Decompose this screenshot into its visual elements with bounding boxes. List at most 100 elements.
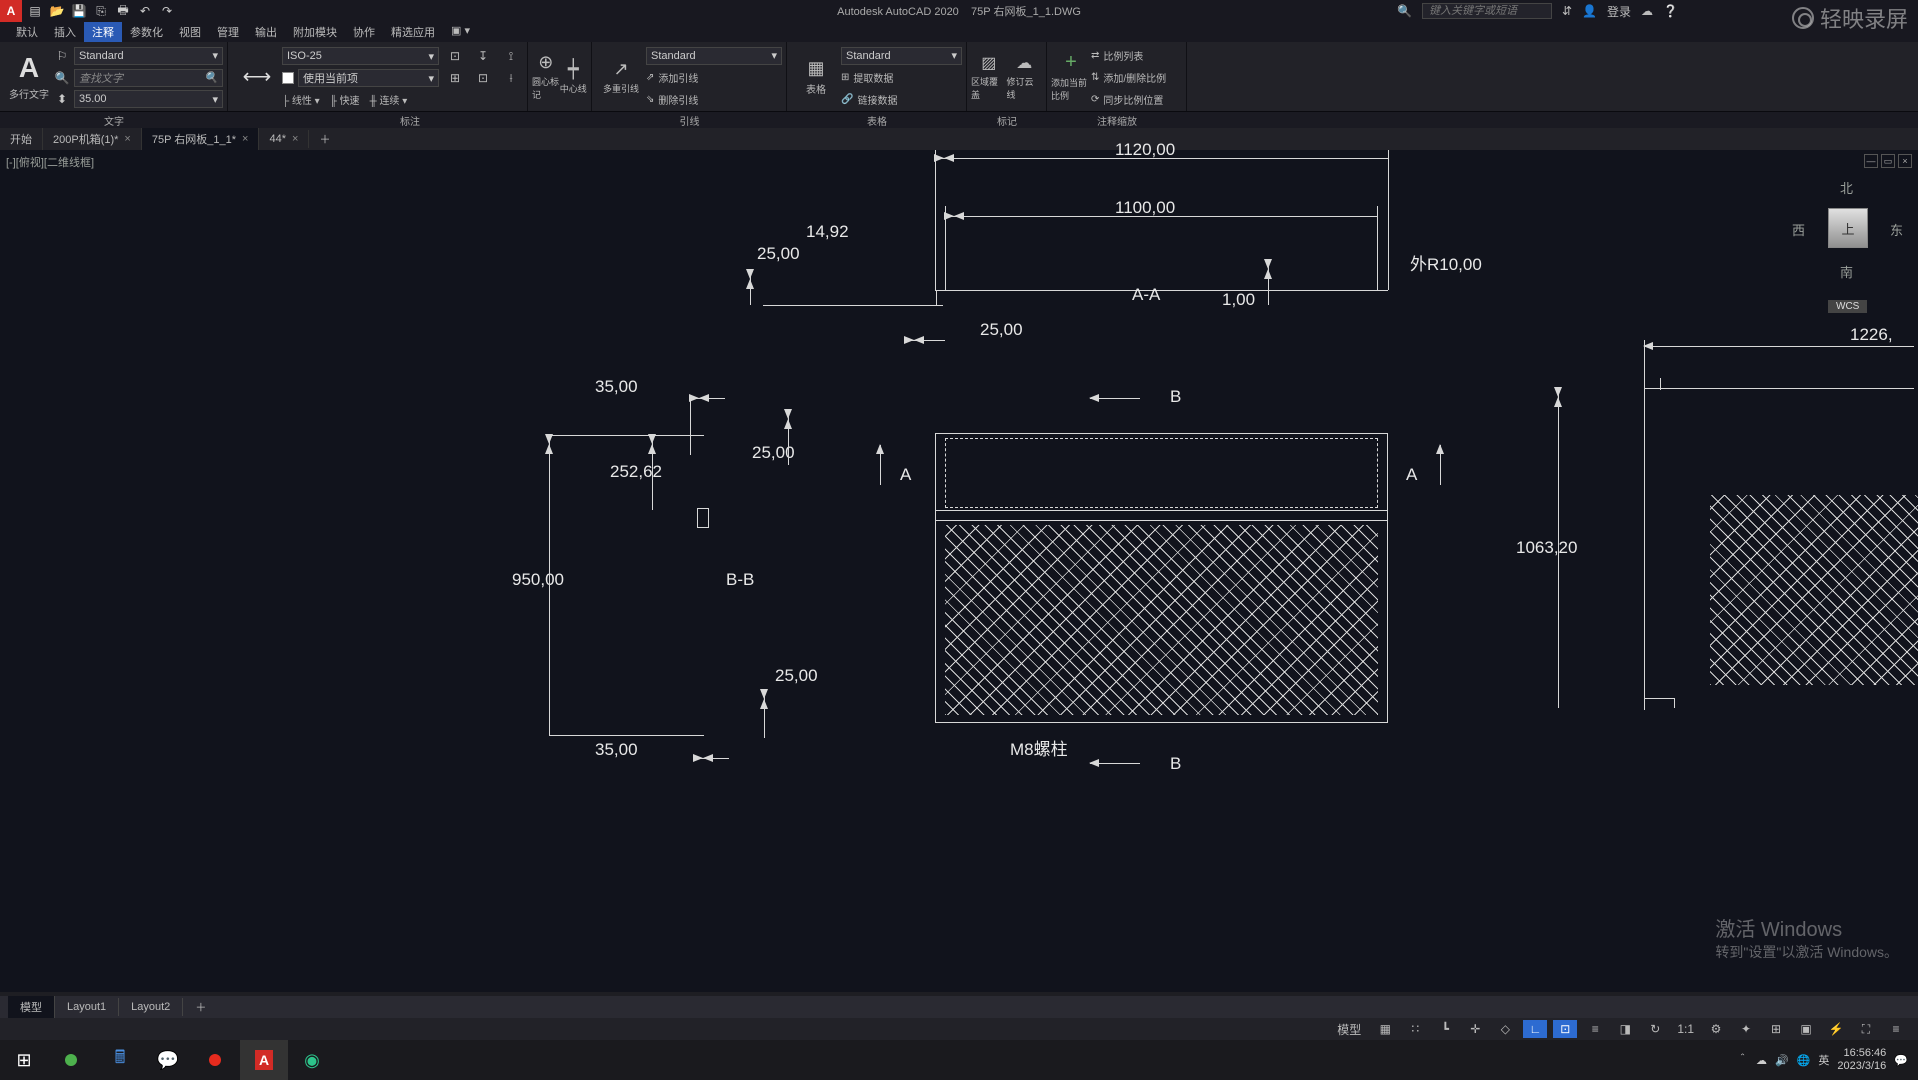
centerline-button[interactable]: ┿ 中心线	[560, 44, 588, 109]
linear-dim-button[interactable]: ├ 线性 ▾	[282, 92, 320, 107]
close-icon[interactable]: ×	[242, 133, 248, 145]
tab-manage[interactable]: 管理	[209, 22, 247, 42]
table-style-dropdown[interactable]: Standard▾	[841, 47, 962, 65]
dim-btn-b[interactable]: ↧	[471, 45, 495, 67]
link-data-button[interactable]: 链接数据	[857, 92, 897, 107]
otrack-toggle[interactable]: ⊡	[1553, 1020, 1577, 1038]
task-chrome[interactable]	[48, 1040, 96, 1080]
grid-toggle[interactable]: ▦	[1373, 1020, 1397, 1038]
task-autocad[interactable]: A	[240, 1040, 288, 1080]
multiline-text-button[interactable]: A 多行文字	[4, 44, 54, 109]
tab-addins[interactable]: 附加模块	[285, 22, 345, 42]
tab-collab[interactable]: 协作	[345, 22, 383, 42]
task-wechat[interactable]: 💬	[144, 1040, 192, 1080]
new-tab-button[interactable]: ＋	[309, 128, 340, 150]
share-icon[interactable]: ⇵	[1562, 4, 1572, 18]
tab-more[interactable]: ▣ ▾	[443, 22, 478, 42]
dim-btn-a[interactable]: ⊡	[443, 45, 467, 67]
start-button[interactable]: ⊞	[0, 1040, 48, 1080]
mleader-button[interactable]: ↗ 多重引线	[596, 44, 646, 109]
viewcube-top[interactable]: 上	[1828, 208, 1868, 248]
drawing-viewport[interactable]: [-][俯视][二维线框] — ▭ × 1120,00 1100,00 14,9…	[0, 150, 1918, 992]
undo-icon[interactable]: ↶	[136, 2, 154, 20]
help-icon[interactable]: ❔	[1663, 4, 1678, 18]
hardware-accel[interactable]: ⚡	[1824, 1020, 1848, 1038]
start-tab[interactable]: 开始	[0, 128, 43, 150]
transparency-toggle[interactable]: ◨	[1613, 1020, 1637, 1038]
dim-main-button[interactable]: ⟷	[232, 44, 282, 109]
ime-indicator[interactable]: 英	[1818, 1052, 1829, 1068]
dim-layer-dropdown[interactable]: 使用当前项▾	[298, 69, 439, 87]
file-tab-2[interactable]: 75P 右网板_1_1*×	[142, 128, 260, 150]
osnap-toggle[interactable]: ∟	[1523, 1020, 1547, 1038]
remove-leader-button[interactable]: 删除引线	[658, 92, 698, 107]
tray-cloud-icon[interactable]: ☁	[1756, 1054, 1767, 1067]
polar-toggle[interactable]: ✛	[1463, 1020, 1487, 1038]
add-leader-button[interactable]: 添加引线	[658, 70, 698, 85]
tab-view[interactable]: 视图	[171, 22, 209, 42]
sync-scale-button[interactable]: 同步比例位置	[1103, 92, 1163, 107]
scale-list-button[interactable]: 比例列表	[1103, 48, 1143, 63]
text-height-dropdown[interactable]: 35.00▾	[74, 90, 223, 108]
clean-screen[interactable]: ⛶	[1854, 1020, 1878, 1038]
login-label[interactable]: 登录	[1607, 3, 1631, 20]
ortho-toggle[interactable]: ┗	[1433, 1020, 1457, 1038]
continue-dim-button[interactable]: ╫ 连续 ▾	[370, 92, 408, 107]
layout-1[interactable]: Layout1	[55, 998, 119, 1016]
tray-network-icon[interactable]: 🌐	[1797, 1054, 1811, 1067]
dim-btn-c[interactable]: ⟟	[499, 45, 523, 67]
isolate-button[interactable]: ▣	[1794, 1020, 1818, 1038]
close-icon[interactable]: ×	[124, 133, 130, 145]
tab-insert[interactable]: 插入	[46, 22, 84, 42]
snap-toggle[interactable]: ∷	[1403, 1020, 1427, 1038]
redo-icon[interactable]: ↷	[158, 2, 176, 20]
tray-volume-icon[interactable]: 🔊	[1775, 1054, 1789, 1067]
layout-model[interactable]: 模型	[8, 996, 55, 1018]
add-delete-scale-button[interactable]: 添加/删除比例	[1103, 70, 1166, 85]
find-text-input[interactable]: 查找文字🔍	[74, 69, 223, 87]
dim-style-dropdown[interactable]: ISO-25▾	[282, 47, 439, 65]
anno-visibility[interactable]: ⊞	[1764, 1020, 1788, 1038]
revcloud-button[interactable]: ☁ 修订云线	[1007, 44, 1043, 109]
task-record[interactable]: ◉	[288, 1040, 336, 1080]
tab-output[interactable]: 输出	[247, 22, 285, 42]
leader-style-dropdown[interactable]: Standard▾	[646, 47, 782, 65]
anno-scale[interactable]: 1:1	[1673, 1020, 1698, 1038]
lineweight-toggle[interactable]: ≡	[1583, 1020, 1607, 1038]
save-icon[interactable]: 💾	[70, 2, 88, 20]
open-icon[interactable]: 📂	[48, 2, 66, 20]
layout-2[interactable]: Layout2	[119, 998, 183, 1016]
gear-icon[interactable]: ⚙	[1704, 1020, 1728, 1038]
centermark-button[interactable]: ⊕ 圆心标记	[532, 44, 560, 109]
tab-parametric[interactable]: 参数化	[122, 22, 171, 42]
customize-button[interactable]: ≡	[1884, 1020, 1908, 1038]
tray-chevron-icon[interactable]: ＾	[1737, 1052, 1748, 1068]
tab-default[interactable]: 默认	[8, 22, 46, 42]
new-icon[interactable]: ▤	[26, 2, 44, 20]
iso-toggle[interactable]: ◇	[1493, 1020, 1517, 1038]
text-style-dropdown[interactable]: Standard▾	[74, 47, 223, 65]
wipeout-button[interactable]: ▨ 区域覆盖	[971, 44, 1007, 109]
clock[interactable]: 16:56:46 2023/3/16	[1837, 1047, 1886, 1073]
table-button[interactable]: ▦ 表格	[791, 44, 841, 109]
addscale-button[interactable]: + 添加当前比例	[1051, 44, 1091, 109]
saveas-icon[interactable]: ⎘	[92, 2, 110, 20]
extract-data-button[interactable]: 提取数据	[853, 70, 893, 85]
close-icon[interactable]: ×	[292, 133, 298, 145]
model-space-button[interactable]: 模型	[1331, 1020, 1367, 1038]
exchange-icon[interactable]: ☁	[1641, 4, 1653, 18]
task-app[interactable]	[192, 1040, 240, 1080]
workspace-button[interactable]: ✦	[1734, 1020, 1758, 1038]
quick-dim-button[interactable]: ╟ 快速	[330, 92, 360, 107]
file-tab-1[interactable]: 200P机箱(1)*×	[43, 128, 142, 150]
app-logo[interactable]: A	[0, 0, 22, 22]
dim-btn-f[interactable]: ⟊	[499, 67, 523, 89]
add-layout-button[interactable]: ＋	[183, 996, 218, 1018]
cycling-toggle[interactable]: ↻	[1643, 1020, 1667, 1038]
dim-btn-e[interactable]: ⊡	[471, 67, 495, 89]
dim-btn-d[interactable]: ⊞	[443, 67, 467, 89]
task-calc[interactable]: 🖩	[96, 1040, 144, 1080]
file-tab-3[interactable]: 44*×	[259, 130, 309, 148]
plot-icon[interactable]: 🖶	[114, 2, 132, 20]
tab-express[interactable]: 精选应用	[383, 22, 443, 42]
